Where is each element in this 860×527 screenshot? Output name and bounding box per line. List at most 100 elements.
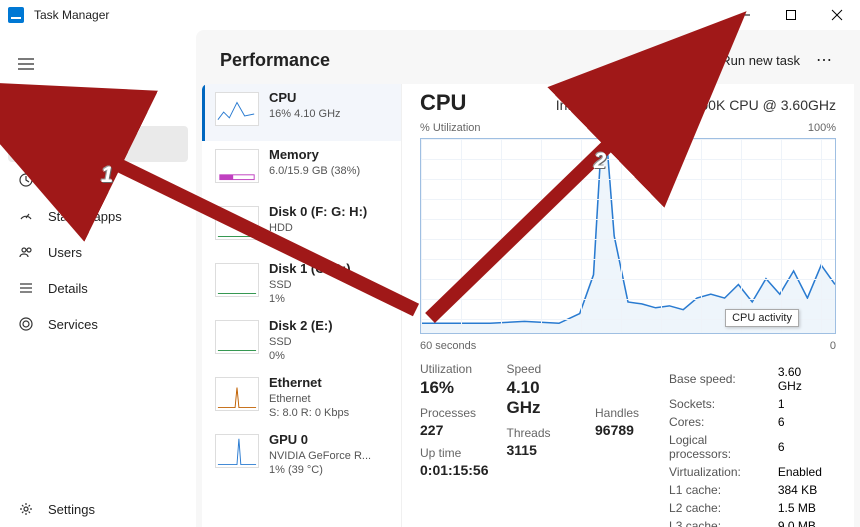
resource-card[interactable]: Disk 0 (F: G: H:) HDD 0%: [202, 198, 401, 255]
card-title: Disk 2 (E:): [269, 318, 333, 335]
sidebar-item-app-history[interactable]: App history: [8, 162, 188, 198]
stat-key: Logical processors:: [669, 432, 776, 462]
stat-key: L2 cache:: [669, 500, 776, 516]
stat-key: L3 cache:: [669, 518, 776, 527]
chart-xmax: 0: [830, 340, 836, 352]
cpu-chart[interactable]: CPU activity: [420, 138, 836, 334]
sidebar-item-label: Processes: [48, 101, 109, 116]
card-title: CPU: [269, 90, 341, 107]
pulse-icon: [18, 136, 34, 152]
resource-card[interactable]: CPU 16% 4.10 GHz: [202, 84, 401, 141]
card-value: S: 8.0 R: 0 Kbps: [269, 406, 349, 420]
run-label: Run new task: [721, 53, 800, 68]
settings-icon: [18, 501, 34, 517]
resource-card[interactable]: Memory 6.0/15.9 GB (38%): [202, 141, 401, 198]
app-icon: [8, 7, 24, 23]
speed-label: Speed: [507, 362, 578, 376]
sparkline-icon: [215, 434, 259, 468]
maximize-button[interactable]: [768, 0, 814, 30]
grid-icon: [18, 100, 34, 116]
card-subtitle: Ethernet: [269, 392, 349, 406]
resource-card[interactable]: Disk 1 (C: D:) SSD 1%: [202, 255, 401, 312]
page-title: Performance: [220, 50, 330, 71]
history-icon: [18, 172, 34, 188]
resource-card[interactable]: Ethernet Ethernet S: 8.0 R: 0 Kbps: [202, 369, 401, 426]
run-new-task-button[interactable]: Run new task: [691, 48, 808, 73]
sidebar-item-label: Startup apps: [48, 209, 122, 224]
users-icon: [18, 244, 34, 260]
sidebar-item-startup-apps[interactable]: Startup apps: [8, 198, 188, 234]
hamburger-button[interactable]: [8, 46, 44, 82]
card-subtitle: SSD: [269, 278, 351, 292]
card-value: 0%: [269, 349, 333, 363]
util-value: 16%: [420, 378, 489, 398]
sidebar-item-label: Users: [48, 245, 82, 260]
card-value: 1% (39 °C): [269, 463, 371, 477]
card-title: GPU 0: [269, 432, 371, 449]
card-subtitle: NVIDIA GeForce R...: [269, 449, 371, 463]
sidebar-item-processes[interactable]: Processes: [8, 90, 188, 126]
sidebar-item-services[interactable]: Services: [8, 306, 188, 342]
detail-panel: CPU Intel(R) Core(TM) i5-8600K CPU @ 3.6…: [402, 84, 854, 527]
title-bar: Task Manager: [0, 0, 860, 30]
resource-card[interactable]: GPU 0 NVIDIA GeForce R... 1% (39 °C): [202, 426, 401, 483]
sidebar-item-users[interactable]: Users: [8, 234, 188, 270]
sparkline-icon: [215, 377, 259, 411]
sidebar-item-label: Details: [48, 281, 88, 296]
stat-key: Base speed:: [669, 364, 776, 394]
handles-value: 96789: [595, 422, 639, 438]
stat-key: Virtualization:: [669, 464, 776, 480]
gear-icon: [18, 316, 34, 332]
cpu-spec: Intel(R) Core(TM) i5-8600K CPU @ 3.60GHz: [556, 97, 836, 113]
sparkline-icon: [215, 149, 259, 183]
chart-label-max: 100%: [808, 122, 836, 134]
processes-label: Processes: [420, 406, 489, 420]
util-label: Utilization: [420, 362, 489, 376]
card-title: Disk 0 (F: G: H:): [269, 204, 367, 221]
card-title: Disk 1 (C: D:): [269, 261, 351, 278]
handles-label: Handles: [595, 406, 639, 420]
processes-value: 227: [420, 422, 489, 438]
card-subtitle: 16% 4.10 GHz: [269, 107, 341, 121]
threads-value: 3115: [507, 442, 578, 458]
list-icon: [18, 280, 34, 296]
more-button[interactable]: ⋯: [808, 45, 842, 75]
card-subtitle: SSD: [269, 335, 333, 349]
speed-value: 4.10 GHz: [507, 378, 578, 418]
sidebar-item-performance[interactable]: Performance: [8, 126, 188, 162]
sparkline-icon: [215, 206, 259, 240]
stat-value: 1.5 MB: [778, 500, 834, 516]
chart-label-util: % Utilization: [420, 122, 481, 134]
detail-title: CPU: [420, 90, 466, 116]
close-button[interactable]: [814, 0, 860, 30]
sparkline-icon: [215, 92, 259, 126]
main-panel: Performance Run new task ⋯ CPU 16% 4.10 …: [196, 30, 860, 527]
card-subtitle: HDD: [269, 221, 367, 235]
sidebar-item-label: App history: [48, 173, 113, 188]
sparkline-icon: [215, 320, 259, 354]
resource-card-list: CPU 16% 4.10 GHz Memory 6.0/15.9 GB (38%…: [202, 84, 402, 527]
resource-card[interactable]: Disk 2 (E:) SSD 0%: [202, 312, 401, 369]
stat-value: 1: [778, 396, 834, 412]
sidebar-item-details[interactable]: Details: [8, 270, 188, 306]
stat-key: Cores:: [669, 414, 776, 430]
minimize-button[interactable]: [722, 0, 768, 30]
card-title: Ethernet: [269, 375, 349, 392]
gauge-icon: [18, 208, 34, 224]
stat-value: 6: [778, 432, 834, 462]
threads-label: Threads: [507, 426, 578, 440]
cpu-properties-table: Base speed:3.60 GHzSockets:1Cores:6Logic…: [667, 362, 836, 527]
sidebar-item-label: Settings: [48, 502, 95, 517]
chart-tooltip: CPU activity: [725, 309, 799, 327]
stat-value: 384 KB: [778, 482, 834, 498]
uptime-value: 0:01:15:56: [420, 462, 489, 478]
window-title: Task Manager: [34, 8, 109, 22]
sidebar-item-label: Services: [48, 317, 98, 332]
sidebar-item-settings[interactable]: Settings: [8, 491, 188, 527]
chart-xmin: 60 seconds: [420, 340, 476, 352]
stat-value: Enabled: [778, 464, 834, 480]
card-title: Memory: [269, 147, 360, 164]
stat-key: Sockets:: [669, 396, 776, 412]
card-value: 0%: [269, 235, 367, 249]
sidebar: Processes Performance App history Startu…: [0, 30, 196, 527]
